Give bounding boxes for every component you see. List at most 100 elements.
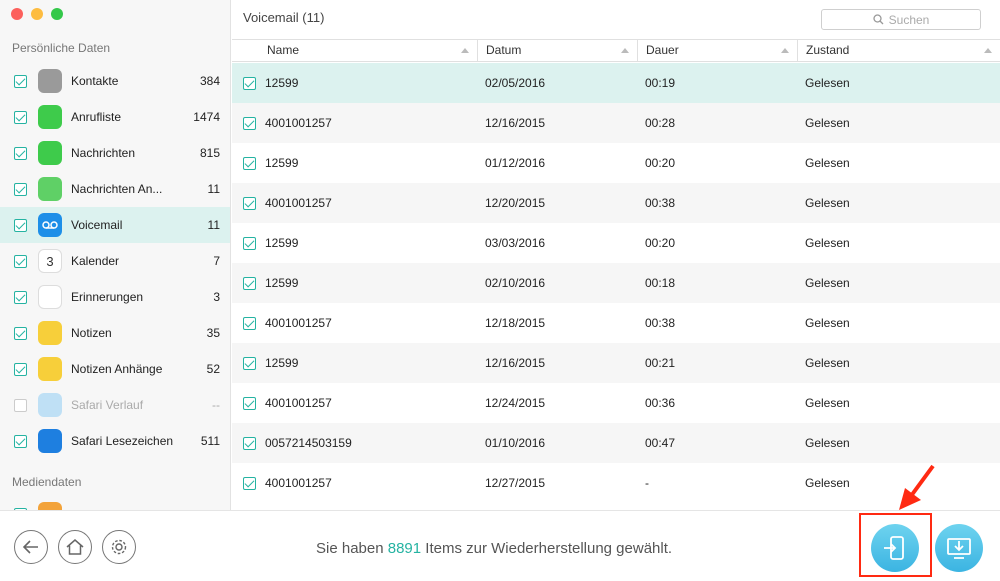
sidebar-item-count: 1474 [193, 110, 220, 124]
cell-name: 12599 [265, 356, 299, 370]
table-row[interactable]: 0057214503159 01/10/2016 00:47 Gelesen [232, 423, 1000, 463]
search-icon [872, 14, 884, 25]
sidebar-item-count: 11 [207, 218, 220, 232]
cell-state: Gelesen [805, 396, 850, 410]
category-checkbox[interactable] [14, 434, 27, 448]
sidebar-item-message-attachment[interactable]: Nachrichten An... 11 [0, 171, 230, 207]
category-checkbox[interactable] [14, 398, 27, 412]
sidebar-item-reminders[interactable]: Erinnerungen 3 [0, 279, 230, 315]
category-checkbox[interactable] [14, 326, 27, 340]
row-checkbox[interactable] [243, 316, 256, 330]
sidebar-item-label: Nachrichten [71, 146, 136, 160]
messages-icon [38, 141, 62, 165]
safari-history-icon [38, 393, 62, 417]
row-checkbox[interactable] [243, 76, 256, 90]
zoom-window-button[interactable] [51, 8, 63, 20]
home-button[interactable] [58, 530, 92, 564]
contacts-icon [38, 69, 62, 93]
sidebar-item-photos[interactable] [0, 496, 230, 510]
category-checkbox[interactable] [14, 362, 27, 376]
column-header-name[interactable]: Name [259, 40, 478, 61]
back-button[interactable] [14, 530, 48, 564]
row-checkbox[interactable] [243, 156, 256, 170]
column-header-duration[interactable]: Dauer [638, 40, 798, 61]
table-row[interactable]: 4001001257 12/16/2015 00:28 Gelesen [232, 103, 1000, 143]
table-row[interactable]: 4001001257 12/27/2015 - Gelesen [232, 463, 1000, 503]
sidebar-item-phone[interactable]: Anrufliste 1474 [0, 99, 230, 135]
column-header-date[interactable]: Datum [478, 40, 638, 61]
sidebar-item-voicemail[interactable]: Voicemail 11 [0, 207, 230, 243]
message-attachment-icon [38, 177, 62, 201]
table-row[interactable]: 12599 01/12/2016 00:20 Gelesen [232, 143, 1000, 183]
category-checkbox[interactable] [14, 110, 27, 124]
sidebar-item-label: Notizen Anhänge [71, 362, 163, 376]
sidebar-item-safari-history[interactable]: Safari Verlauf -- [0, 387, 230, 423]
cell-state: Gelesen [805, 76, 850, 90]
cell-name: 4001001257 [265, 116, 332, 130]
sidebar-item-count: -- [212, 398, 220, 412]
sidebar-item-notes-attachment[interactable]: Notizen Anhänge 52 [0, 351, 230, 387]
row-checkbox[interactable] [243, 276, 256, 290]
cell-state: Gelesen [805, 116, 850, 130]
cell-state: Gelesen [805, 196, 850, 210]
row-checkbox[interactable] [243, 356, 256, 370]
cell-name: 12599 [265, 236, 299, 250]
cell-duration: 00:38 [645, 316, 676, 330]
row-checkbox[interactable] [243, 436, 256, 450]
table-row[interactable]: 12599 03/03/2016 00:20 Gelesen [232, 223, 1000, 263]
category-checkbox[interactable] [14, 74, 27, 88]
cell-state: Gelesen [805, 156, 850, 170]
row-checkbox[interactable] [243, 196, 256, 210]
cell-date: 12/24/2015 [485, 396, 546, 410]
minimize-window-button[interactable] [31, 8, 43, 20]
table-row[interactable]: 12599 12/16/2015 00:21 Gelesen [232, 343, 1000, 383]
cell-name: 12599 [265, 156, 299, 170]
table-row[interactable]: 4001001257 12/24/2015 00:36 Gelesen [232, 383, 1000, 423]
sidebar-item-count: 7 [213, 254, 220, 268]
cell-duration: 00:20 [645, 156, 676, 170]
category-checkbox[interactable] [14, 290, 27, 304]
sidebar-item-label: Anrufliste [71, 110, 122, 124]
category-checkbox[interactable] [14, 182, 27, 196]
sidebar-item-notes[interactable]: Notizen 35 [0, 315, 230, 351]
cell-state: Gelesen [805, 236, 850, 250]
table-row[interactable]: 4001001257 12/18/2015 00:38 Gelesen [232, 303, 1000, 343]
settings-button[interactable] [102, 530, 136, 564]
sidebar-item-messages[interactable]: Nachrichten 815 [0, 135, 230, 171]
bottom-bar: Sie haben 8891 Items zur Wiederherstellu… [0, 510, 1000, 581]
table-row[interactable]: 4001001257 12/20/2015 00:38 Gelesen [232, 183, 1000, 223]
cell-date: 01/10/2016 [485, 436, 546, 450]
cell-name: 4001001257 [265, 316, 332, 330]
page-title: Voicemail (11) [243, 10, 325, 25]
row-checkbox[interactable] [243, 236, 256, 250]
cell-date: 12/27/2015 [485, 476, 546, 490]
sidebar-item-count: 384 [199, 74, 220, 88]
sidebar-item-contacts[interactable]: Kontakte 384 [0, 63, 230, 99]
phone-icon [38, 105, 62, 129]
sidebar-item-safari-bookmarks[interactable]: Safari Lesezeichen 511 [0, 423, 230, 459]
row-checkbox[interactable] [243, 116, 256, 130]
table-row[interactable]: 12599 02/05/2016 00:19 Gelesen [232, 63, 1000, 103]
recover-to-computer-button[interactable] [935, 524, 983, 572]
cell-name: 0057214503159 [265, 436, 352, 450]
sidebar-item-calendar[interactable]: 3 Kalender 7 [0, 243, 230, 279]
gear-icon [111, 539, 127, 555]
cell-duration: - [645, 476, 649, 490]
sidebar-item-count: 3 [213, 290, 220, 304]
close-window-button[interactable] [11, 8, 23, 20]
row-checkbox[interactable] [243, 396, 256, 410]
sidebar-item-label: Safari Verlauf [71, 398, 144, 412]
cell-duration: 00:38 [645, 196, 676, 210]
column-header-state[interactable]: Zustand [798, 40, 1000, 61]
category-checkbox[interactable] [14, 254, 27, 268]
row-checkbox[interactable] [243, 476, 256, 490]
sidebar-item-label: Erinnerungen [71, 290, 144, 304]
table-header: Name Datum Dauer Zustand [232, 39, 1000, 62]
cell-date: 12/16/2015 [485, 116, 546, 130]
search-placeholder: Suchen [888, 12, 930, 27]
category-checkbox[interactable] [14, 218, 27, 232]
category-checkbox[interactable] [14, 146, 27, 160]
table-row[interactable]: 12599 02/10/2016 00:18 Gelesen [232, 263, 1000, 303]
cell-date: 03/03/2016 [485, 236, 546, 250]
search-input[interactable]: Suchen [821, 9, 981, 30]
